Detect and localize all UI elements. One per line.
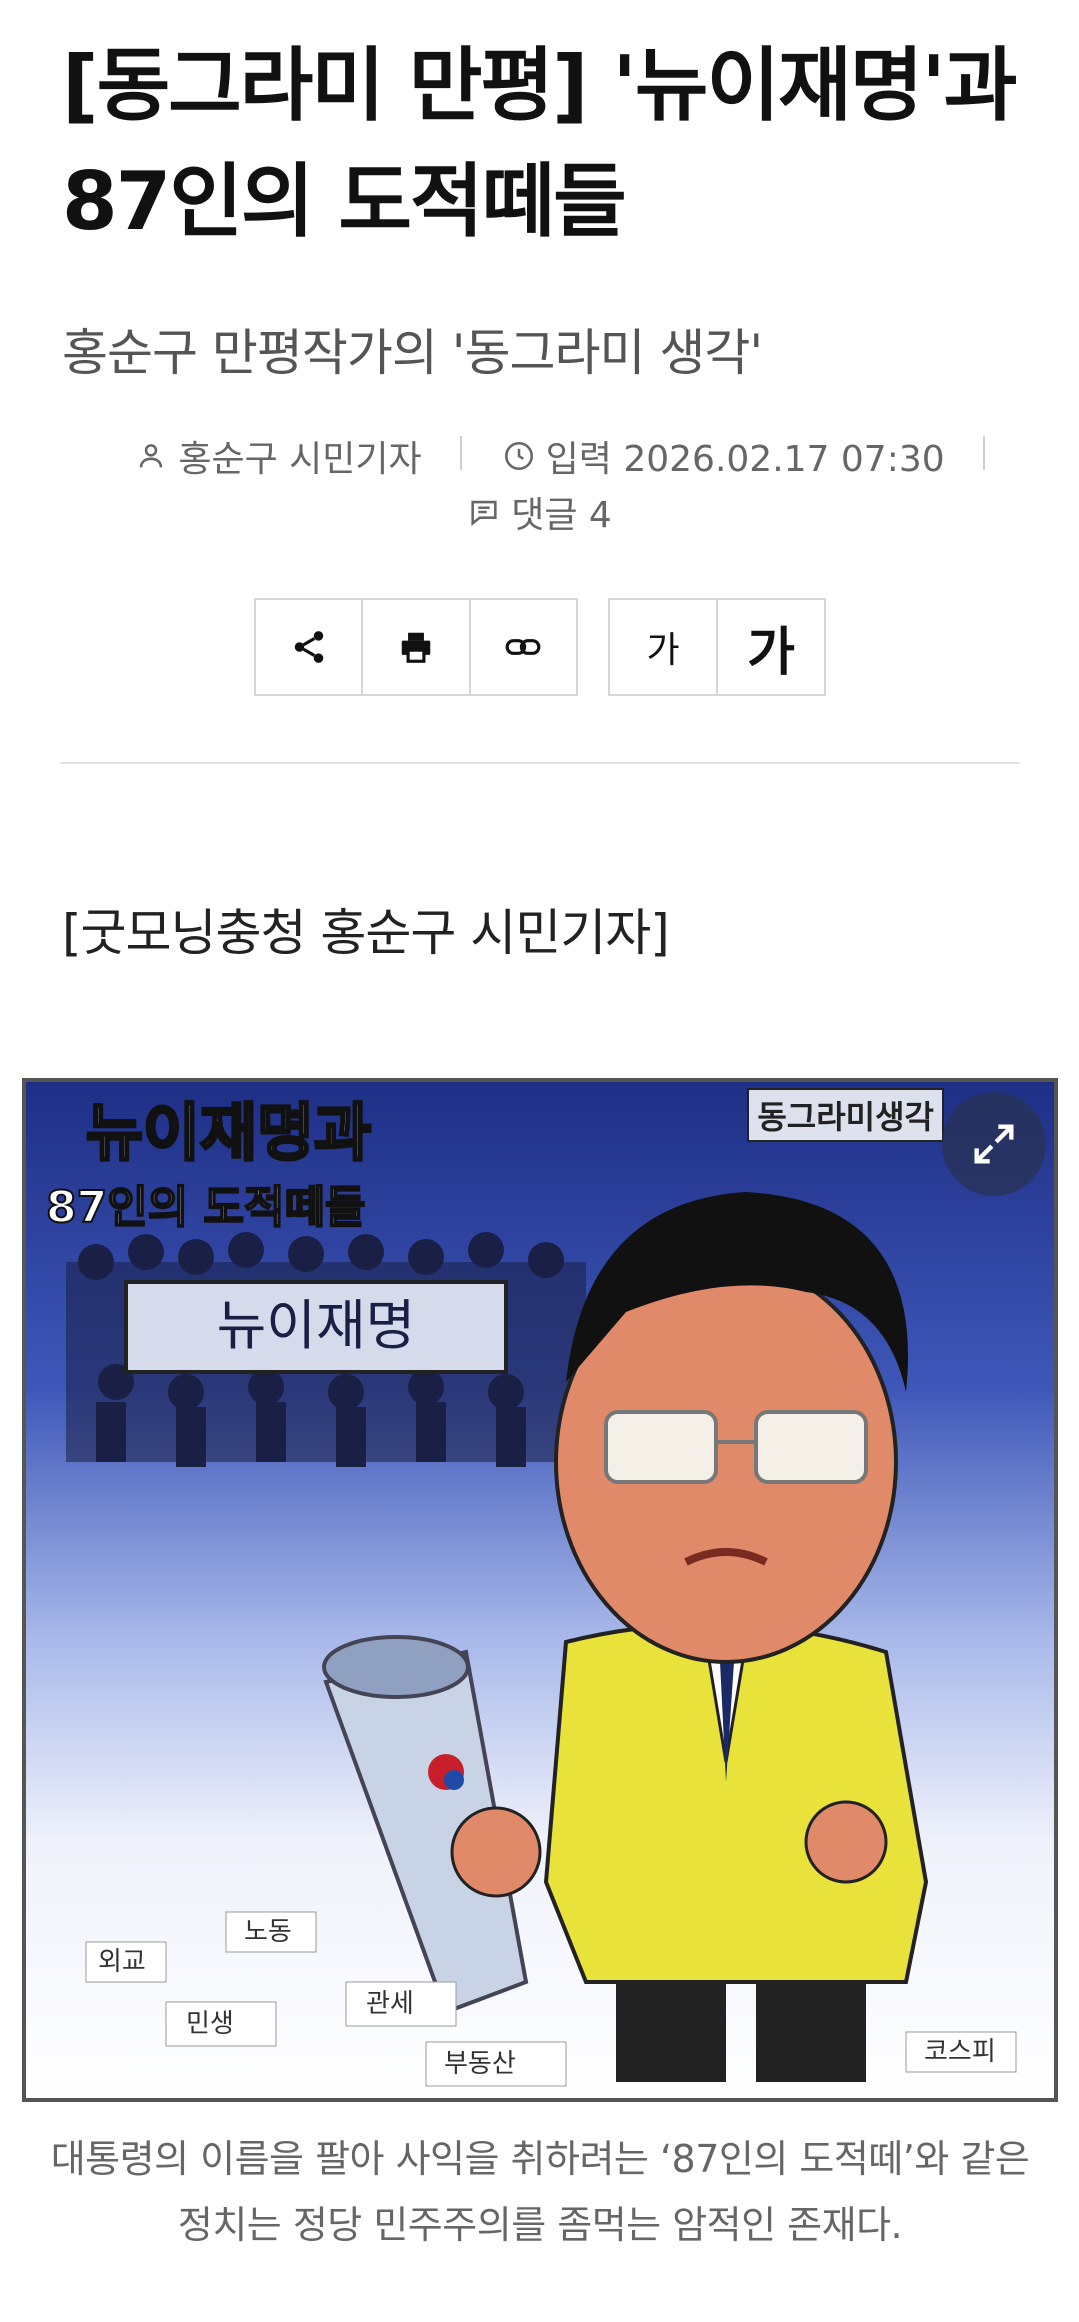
cartoon-headline-1: 뉴이재명과 <box>86 1096 371 1169</box>
comments-link[interactable]: 댓글 4 <box>467 486 612 538</box>
paper-kospi: 코스피 <box>924 2037 996 2067</box>
copy-link-button[interactable] <box>471 600 576 694</box>
publish-info: 입력 2026.02.17 07:30 <box>462 430 985 482</box>
article-title: [동그라미 만평] '뉴이재명'과 87인의 도적떼들 <box>62 39 1017 248</box>
section-divider <box>60 762 1020 764</box>
clock-icon <box>504 441 533 471</box>
article-subtitle: 홍순구 만평작가의 '동그라미 생각' <box>62 324 763 382</box>
print-icon <box>401 632 431 663</box>
expand-image-button[interactable] <box>942 1092 1046 1196</box>
share-icon <box>294 631 323 663</box>
cartoon-image: 뉴이재명 뉴이재명과 87인의 도적떼들 외교 노동 민생 관세 부동산 코스피 <box>45 1095 1017 2087</box>
cartoon-brand-tag: 동그라미생각 <box>747 1088 944 1142</box>
comments-count: 댓글 4 <box>511 495 612 536</box>
font-size-group: 가 가 <box>608 598 826 696</box>
publish-date: 입력 2026.02.17 07:30 <box>545 439 945 480</box>
cartoon-headline-2: 87인의 도적떼들 <box>46 1182 365 1233</box>
article-meta: 홍순구 시민기자 입력 2026.02.17 07:30 댓글 4 <box>0 428 1079 540</box>
author-info[interactable]: 홍순구 시민기자 <box>94 430 462 482</box>
font-increase-button[interactable]: 가 <box>718 600 824 694</box>
link-icon <box>505 639 541 655</box>
expand-icon <box>974 1124 1014 1164</box>
paper-tariff: 관세 <box>366 1989 414 2019</box>
comment-icon <box>471 500 497 526</box>
print-button[interactable] <box>363 600 471 694</box>
paper-realestate: 부동산 <box>444 2049 516 2079</box>
paper-livelihood: 민생 <box>186 2009 234 2039</box>
image-caption: 대통령의 이름을 팔아 사익을 취하려는 ‘87인의 도적떼’와 같은 정치는 … <box>50 2137 1030 2247</box>
author-name: 홍순구 시민기자 <box>178 439 422 480</box>
banner-text: 뉴이재명 <box>217 1294 416 1357</box>
article-byline: [굿모닝충청 홍순구 시민기자] <box>62 904 670 962</box>
person-icon <box>140 444 163 468</box>
article-toolbar: 가 가 <box>0 598 1079 696</box>
share-button[interactable] <box>256 600 364 694</box>
action-button-group <box>254 598 578 696</box>
font-decrease-button[interactable]: 가 <box>610 600 718 694</box>
paper-labor: 노동 <box>244 1917 292 1947</box>
paper-diplomacy: 외교 <box>98 1947 146 1977</box>
cartoon-figure[interactable]: 뉴이재명 뉴이재명과 87인의 도적떼들 외교 노동 민생 관세 부동산 코스피… <box>22 1078 1058 2102</box>
